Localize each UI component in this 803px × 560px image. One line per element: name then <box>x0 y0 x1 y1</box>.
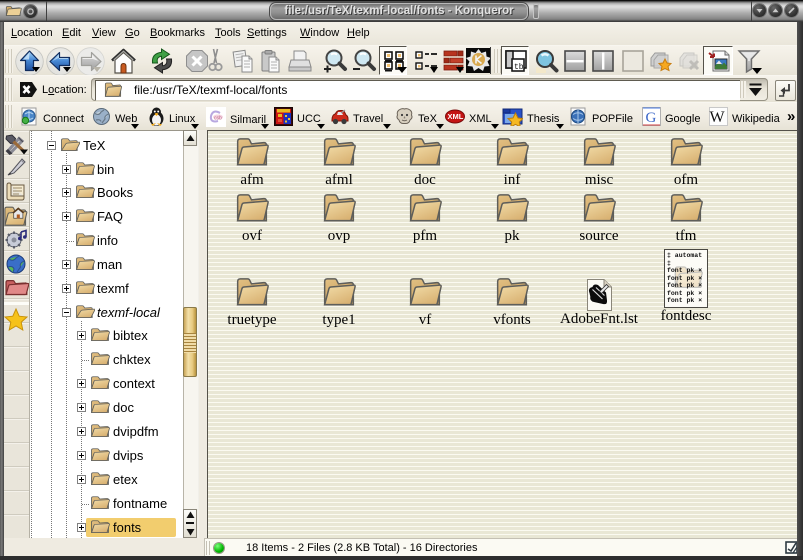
svg-text:W: W <box>710 109 726 126</box>
svg-text:tb: tb <box>514 63 524 72</box>
svg-text:XML: XML <box>448 112 464 121</box>
svg-text:G: G <box>646 110 657 126</box>
svg-text:csb: csb <box>214 116 222 122</box>
